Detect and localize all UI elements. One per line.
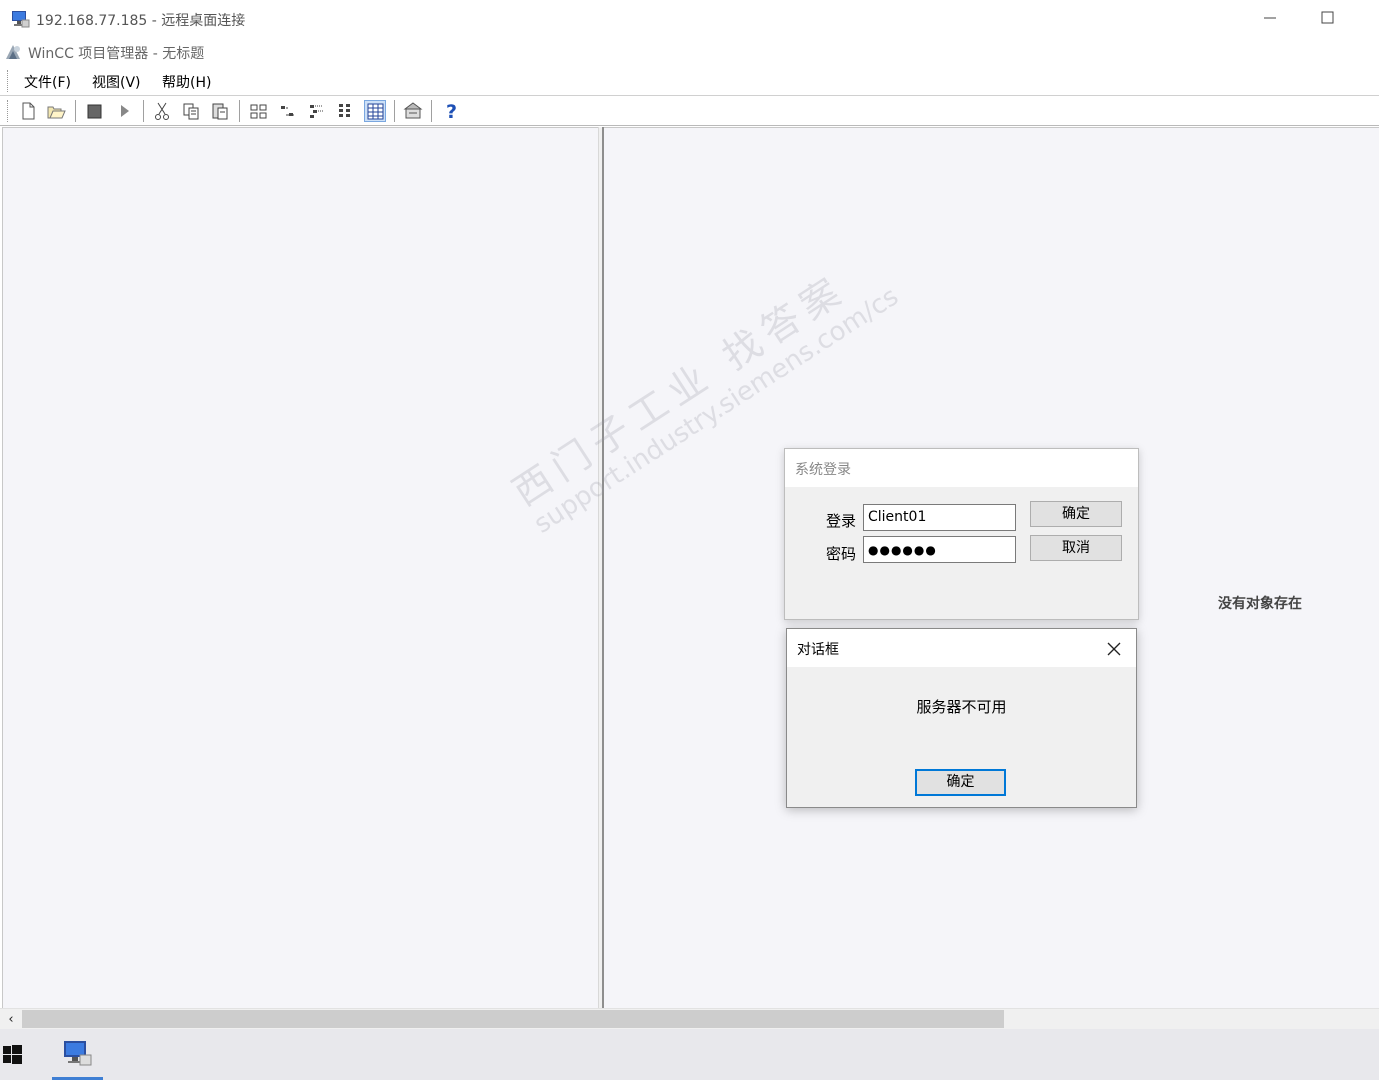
toolbar-separator xyxy=(431,100,432,122)
toolbar-separator xyxy=(394,100,395,122)
properties-icon[interactable] xyxy=(403,100,425,122)
toolbar-separator xyxy=(75,100,76,122)
menu-help[interactable]: 帮助(H) xyxy=(162,72,211,92)
new-icon[interactable] xyxy=(17,100,39,122)
windows-start-icon[interactable] xyxy=(0,1029,28,1080)
table-view-icon[interactable] xyxy=(364,100,386,122)
login-label: 登录 xyxy=(826,512,857,530)
message-dialog: 对话框 服务器不可用 确定 xyxy=(786,628,1137,808)
app-title: WinCC 项目管理器 - 无标题 xyxy=(28,46,205,62)
login-dialog: 系统登录 登录 Client01 密码 ●●●●●● 确定 取消 xyxy=(784,448,1139,620)
message-ok-button[interactable]: 确定 xyxy=(915,769,1006,796)
login-ok-button[interactable]: 确定 xyxy=(1030,501,1122,527)
remote-desktop-titlebar: 192.168.77.185 - 远程桌面连接 xyxy=(0,0,1379,38)
close-icon[interactable] xyxy=(1103,638,1125,660)
menu-file[interactable]: 文件(F) xyxy=(24,72,71,92)
taskbar xyxy=(0,1029,1379,1080)
menu-grip xyxy=(7,70,9,92)
toolbar-grip xyxy=(7,100,9,122)
taskbar-remote-desktop-icon[interactable] xyxy=(52,1029,103,1080)
details-icon[interactable] xyxy=(335,100,357,122)
login-dialog-title: 系统登录 xyxy=(795,462,851,478)
small-icons-icon[interactable] xyxy=(277,100,299,122)
large-icons-icon[interactable] xyxy=(248,100,270,122)
scrollbar-thumb[interactable] xyxy=(22,1010,1004,1028)
password-label: 密码 xyxy=(826,545,857,563)
remote-desktop-icon xyxy=(10,9,30,29)
minimize-icon[interactable] xyxy=(1258,6,1282,30)
open-icon[interactable] xyxy=(45,100,67,122)
paste-icon[interactable] xyxy=(209,100,231,122)
project-tree-pane[interactable] xyxy=(2,127,598,1008)
copy-icon[interactable] xyxy=(180,100,202,122)
message-dialog-title: 对话框 xyxy=(797,642,839,658)
run-icon[interactable] xyxy=(114,100,136,122)
menu-view[interactable]: 视图(V) xyxy=(92,72,141,92)
stop-icon[interactable] xyxy=(84,100,106,122)
message-text: 服务器不可用 xyxy=(916,698,1007,716)
login-field[interactable]: Client01 xyxy=(863,504,1016,531)
password-field[interactable]: ●●●●●● xyxy=(863,536,1016,563)
empty-list-text: 没有对象存在 xyxy=(1218,596,1302,612)
list-icon[interactable] xyxy=(306,100,328,122)
app-titlebar: WinCC 项目管理器 - 无标题 xyxy=(0,38,1379,66)
horizontal-scrollbar[interactable]: ‹ xyxy=(0,1008,1379,1029)
wincc-icon xyxy=(4,43,22,61)
help-icon[interactable]: ? xyxy=(440,100,462,122)
toolbar-separator xyxy=(239,100,240,122)
toolbar-separator xyxy=(143,100,144,122)
remote-desktop-title: 192.168.77.185 - 远程桌面连接 xyxy=(36,13,246,29)
menu-bar: 文件(F) 视图(V) 帮助(H) xyxy=(0,66,1379,96)
login-dialog-titlebar: 系统登录 xyxy=(785,449,1138,487)
scroll-left-icon[interactable]: ‹ xyxy=(2,1011,20,1028)
login-cancel-button[interactable]: 取消 xyxy=(1030,535,1122,561)
svg-text:?: ? xyxy=(446,101,457,122)
cut-icon[interactable] xyxy=(151,100,173,122)
maximize-icon[interactable] xyxy=(1315,6,1339,30)
toolbar: ? xyxy=(0,97,1379,126)
message-dialog-titlebar: 对话框 xyxy=(787,629,1136,667)
